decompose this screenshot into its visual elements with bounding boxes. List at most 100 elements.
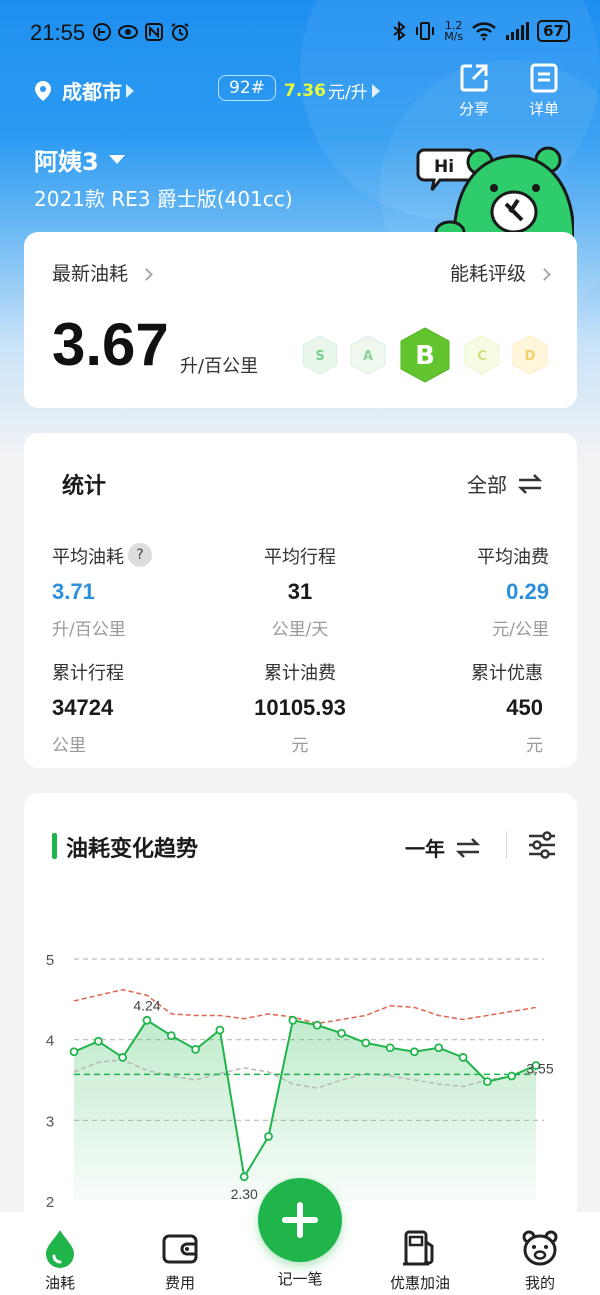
bear-mascot-icon: Hi — [416, 146, 574, 240]
data-point — [93, 1036, 103, 1046]
energy-rating-link[interactable]: 能耗评级 — [449, 259, 551, 286]
stat-total-discount: 累计优惠 450 元 — [471, 659, 543, 756]
stat-avg-consumption: 平均油耗? 3.71 升/百公里 — [52, 543, 152, 640]
grade-label-s: S — [315, 349, 324, 364]
stat-total-fuel-cost: 累计油费 10105.93 元 — [220, 659, 380, 756]
stat-label: 累计油费 — [264, 663, 336, 684]
city-selector[interactable]: 成都市 — [34, 76, 134, 105]
wallet-icon — [162, 1234, 198, 1264]
data-point — [142, 1015, 152, 1025]
statistics-card: 统计 全部 平均油耗? 3.71 升/百公里 平均行程 31 公里/天 平均油费… — [24, 433, 577, 768]
stat-total-distance: 累计行程 34724 公里 — [52, 659, 124, 756]
data-point — [410, 1047, 419, 1057]
fuel-price[interactable]: 7.36 元/升 — [284, 78, 380, 103]
tab-cost[interactable]: 费用 — [130, 1228, 230, 1293]
status-icons-left — [92, 22, 190, 42]
notification-icon — [93, 23, 111, 41]
tab-fuel[interactable]: 油耗 — [10, 1228, 110, 1293]
status-bar: 21:55 1.2 M/s 67 — [0, 0, 600, 66]
consumption-trend-chart[interactable]: 5 4 3 2 4.24 2.30 3.55 — [24, 793, 577, 1233]
statistics-range-toggle[interactable]: 全部 — [467, 469, 543, 498]
stat-unit: 公里/天 — [271, 620, 329, 640]
data-point — [361, 1038, 371, 1048]
stat-label: 平均油耗 — [52, 547, 124, 568]
tab-label: 优惠加油 — [389, 1274, 450, 1292]
data-label: 4.24 — [133, 997, 160, 1013]
data-point — [385, 1043, 395, 1053]
add-record-label: 记一笔 — [277, 1270, 323, 1288]
stat-unit: 升/百公里 — [52, 620, 126, 640]
grade-label-a: A — [363, 349, 373, 364]
battery-indicator: 67 — [537, 20, 570, 42]
location-pin-icon — [35, 80, 51, 101]
chevron-right-icon — [371, 83, 380, 98]
stat-label: 累计优惠 — [471, 663, 543, 684]
fuel-grade-badge[interactable]: 92# — [218, 75, 276, 101]
bear-face-icon — [522, 1230, 558, 1266]
trend-card: 油耗变化趋势 一年 5 4 3 2 4.24 2.30 3.55 — [24, 793, 577, 1233]
tab-label: 我的 — [524, 1274, 555, 1292]
chevron-right-icon — [538, 268, 551, 281]
car-selector[interactable]: 阿姨3 — [34, 142, 125, 177]
signal-icon — [506, 22, 530, 40]
latest-consumption-value: 3.67 — [52, 311, 169, 378]
stat-value: 0.29 — [506, 579, 549, 604]
stat-label: 累计行程 — [52, 663, 124, 684]
share-button[interactable]: 分享 — [444, 62, 504, 119]
latest-consumption-unit: 升/百公里 — [180, 356, 259, 377]
data-point — [482, 1077, 492, 1087]
data-label: 2.30 — [231, 1186, 258, 1202]
stat-value: 34724 — [52, 695, 114, 720]
stat-avg-distance: 平均行程 31 公里/天 — [220, 543, 380, 640]
stat-value: 450 — [506, 695, 543, 720]
bluetooth-icon — [393, 21, 406, 41]
stat-avg-fuel-cost: 平均油费 0.29 元/公里 — [477, 543, 549, 640]
stat-unit: 元/公里 — [492, 620, 549, 640]
car-name: 阿姨3 — [34, 148, 99, 176]
stat-unit: 元 — [526, 736, 543, 756]
y-tick-label: 3 — [46, 1113, 54, 1130]
eye-icon — [118, 25, 138, 39]
data-point — [458, 1053, 468, 1062]
stat-value: 31 — [287, 579, 313, 604]
data-point — [166, 1031, 176, 1041]
detail-label: 详单 — [528, 100, 559, 118]
data-point — [312, 1020, 322, 1030]
y-tick-label: 4 — [46, 1033, 54, 1050]
tab-deals[interactable]: 优惠加油 — [370, 1228, 470, 1293]
chevron-right-icon — [126, 83, 134, 98]
statistics-range-label: 全部 — [467, 473, 507, 497]
mascot-greeting: Hi — [434, 157, 454, 177]
latest-consumption-link[interactable]: 最新油耗 — [52, 259, 153, 286]
help-icon[interactable]: ? — [128, 543, 152, 567]
stat-value: 3.71 — [52, 579, 95, 604]
chevron-right-icon — [140, 268, 153, 281]
chevron-down-icon — [108, 155, 125, 164]
fuel-pump-icon — [403, 1230, 434, 1266]
fuel-price-value: 7.36 — [284, 80, 326, 101]
grade-label-b: B — [415, 341, 435, 371]
data-point — [239, 1172, 249, 1182]
detail-button[interactable]: 详单 — [514, 62, 574, 119]
stat-label: 平均油费 — [477, 547, 549, 568]
status-time: 21:55 — [30, 20, 86, 45]
latest-consumption-card: 最新油耗 能耗评级 3.67 升/百公里 S A B C D — [24, 232, 577, 408]
y-tick-label: 5 — [46, 952, 54, 969]
data-point — [191, 1044, 200, 1054]
y-tick-label: 2 — [46, 1194, 54, 1211]
data-point — [118, 1053, 128, 1062]
statistics-title: 统计 — [62, 474, 107, 499]
alarm-icon — [171, 23, 189, 41]
share-label: 分享 — [458, 100, 489, 118]
swap-arrows-icon — [517, 473, 543, 494]
data-point — [507, 1071, 517, 1081]
data-point — [434, 1043, 444, 1053]
stat-unit: 元 — [291, 736, 309, 756]
data-point — [337, 1028, 346, 1038]
droplet-icon — [46, 1230, 74, 1268]
add-record-button[interactable] — [258, 1178, 342, 1262]
data-point — [215, 1025, 225, 1035]
energy-rating-title: 能耗评级 — [449, 263, 526, 285]
wifi-icon — [472, 22, 496, 41]
tab-mine[interactable]: 我的 — [490, 1228, 590, 1293]
